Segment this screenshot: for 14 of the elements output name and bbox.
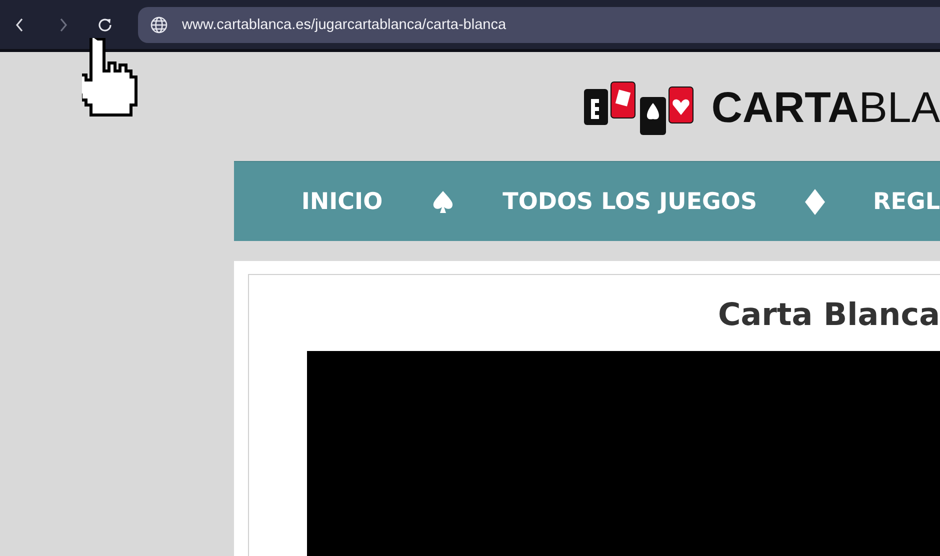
cards-logo-icon bbox=[583, 80, 696, 136]
globe-icon bbox=[150, 16, 168, 34]
nav-link[interactable]: INICIO bbox=[301, 188, 383, 214]
article-title: Carta Blanca bbox=[718, 297, 940, 333]
nav-link[interactable]: REGL bbox=[873, 188, 940, 214]
diamond-icon bbox=[805, 188, 826, 214]
spade-icon bbox=[430, 190, 455, 214]
address-bar[interactable]: www.cartablanca.es/jugarcartablanca/carta-blanca bbox=[138, 6, 940, 42]
logo-text: CARTABLA bbox=[711, 84, 940, 133]
forward-icon[interactable] bbox=[58, 18, 68, 32]
back-icon[interactable] bbox=[15, 18, 25, 32]
reload-icon[interactable] bbox=[97, 16, 113, 32]
nav-link[interactable]: TODOS LOS JUEGOS bbox=[502, 188, 758, 214]
url-text: www.cartablanca.es/jugarcartablanca/carta-blanca bbox=[182, 16, 506, 32]
